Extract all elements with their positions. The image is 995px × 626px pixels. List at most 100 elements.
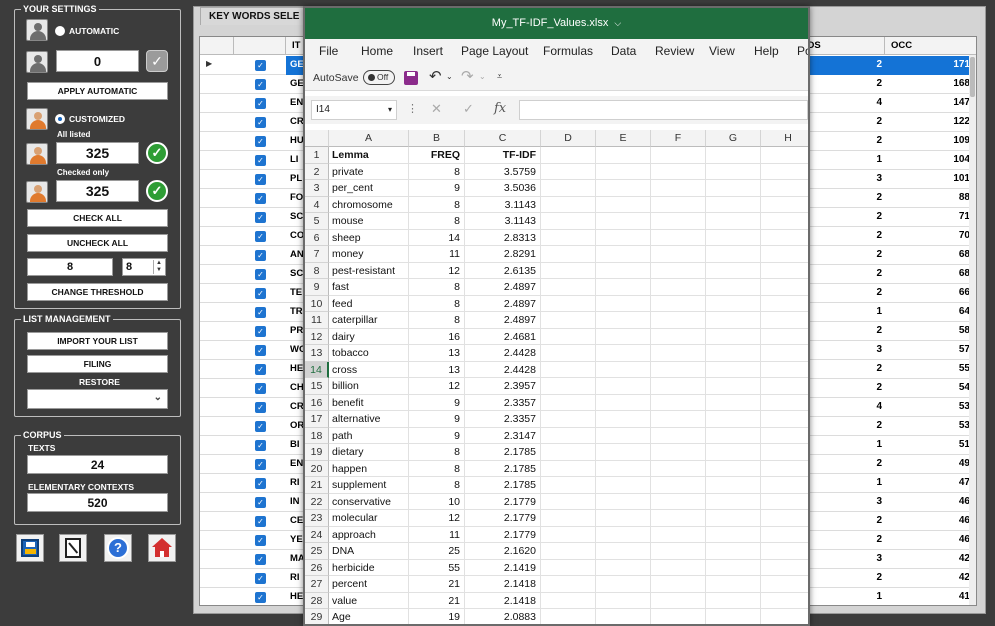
cell[interactable]: private — [329, 163, 409, 180]
cell[interactable]: 2.8291 — [465, 246, 541, 263]
cell[interactable] — [541, 180, 596, 197]
ribbon-tab-insert[interactable]: Insert — [413, 44, 443, 58]
ribbon-tab-review[interactable]: Review — [655, 44, 694, 58]
cell[interactable]: dietary — [329, 444, 409, 461]
row-header[interactable]: 22 — [305, 493, 329, 510]
cell[interactable]: 14 — [409, 229, 465, 246]
cell[interactable]: 2.8313 — [465, 229, 541, 246]
cell[interactable] — [596, 526, 651, 543]
cell[interactable]: herbicide — [329, 559, 409, 576]
excel-title-bar[interactable]: My_TF-IDF_Values.xlsx ⌵ — [305, 8, 808, 39]
cell[interactable] — [596, 345, 651, 362]
cell[interactable] — [761, 246, 808, 263]
cell[interactable]: DNA — [329, 543, 409, 560]
cell[interactable]: sheep — [329, 229, 409, 246]
row-checkbox[interactable]: ✓ — [255, 364, 266, 375]
cell[interactable] — [541, 196, 596, 213]
cell[interactable] — [706, 609, 761, 624]
cell[interactable] — [596, 493, 651, 510]
cell[interactable] — [706, 295, 761, 312]
cell[interactable] — [651, 246, 706, 263]
cell[interactable] — [706, 312, 761, 329]
row-checkbox[interactable]: ✓ — [255, 269, 266, 280]
cell[interactable]: path — [329, 427, 409, 444]
cell[interactable] — [541, 345, 596, 362]
cell[interactable] — [761, 477, 808, 494]
cell[interactable] — [761, 444, 808, 461]
cancel-formula-icon[interactable]: ✕ — [431, 101, 442, 117]
cell[interactable]: 19 — [409, 609, 465, 624]
row-checkbox[interactable]: ✓ — [255, 554, 266, 565]
cell[interactable] — [706, 378, 761, 395]
cell[interactable] — [761, 461, 808, 477]
home-icon[interactable] — [148, 534, 176, 562]
cell[interactable] — [596, 262, 651, 279]
cell[interactable] — [541, 295, 596, 312]
cell[interactable]: 13 — [409, 361, 465, 378]
cell[interactable] — [651, 559, 706, 576]
row-checkbox[interactable]: ✓ — [255, 402, 266, 413]
row-header[interactable]: 28 — [305, 592, 329, 609]
cell[interactable]: 8 — [409, 279, 465, 296]
cell[interactable]: 21 — [409, 592, 465, 609]
row-checkbox[interactable]: ✓ — [255, 60, 266, 71]
redo-dropdown-icon[interactable]: ⌄ — [479, 72, 486, 81]
cell[interactable]: 2.1419 — [465, 559, 541, 576]
cell[interactable] — [706, 510, 761, 527]
cell[interactable]: 2.1785 — [465, 460, 541, 477]
cell[interactable]: 2.4897 — [465, 279, 541, 296]
cell[interactable] — [596, 213, 651, 230]
cell[interactable]: 2.4681 — [465, 328, 541, 345]
cell[interactable] — [541, 279, 596, 296]
row-checkbox[interactable]: ✓ — [255, 326, 266, 337]
cell[interactable] — [706, 213, 761, 230]
cell[interactable] — [761, 593, 808, 609]
change-threshold-button[interactable]: CHANGE THRESHOLD — [27, 283, 168, 301]
cell[interactable] — [596, 444, 651, 461]
cell[interactable]: 25 — [409, 543, 465, 560]
cell[interactable]: 2.4897 — [465, 295, 541, 312]
cell[interactable] — [596, 229, 651, 246]
cell[interactable] — [541, 312, 596, 329]
select-all-corner[interactable] — [305, 130, 329, 147]
ribbon-tab-data[interactable]: Data — [611, 44, 636, 58]
row-checkbox[interactable]: ✓ — [255, 573, 266, 584]
row-checkbox[interactable]: ✓ — [255, 193, 266, 204]
cell[interactable] — [706, 493, 761, 510]
row-header[interactable]: 13 — [305, 345, 329, 362]
cell[interactable] — [596, 477, 651, 494]
cell[interactable] — [541, 361, 596, 378]
cell[interactable] — [761, 312, 808, 329]
help-icon[interactable]: ? — [104, 534, 132, 562]
cell[interactable]: 13 — [409, 345, 465, 362]
name-box-dropdown-icon[interactable]: ▾ — [388, 101, 392, 119]
row-header[interactable]: 6 — [305, 229, 329, 246]
cell[interactable] — [651, 213, 706, 230]
uncheck-all-button[interactable]: UNCHECK ALL — [27, 234, 168, 252]
cell[interactable] — [541, 411, 596, 428]
auto-confirm-icon[interactable]: ✓ — [146, 50, 168, 72]
cell[interactable] — [596, 576, 651, 593]
row-checkbox[interactable]: ✓ — [255, 307, 266, 318]
row-header[interactable]: 19 — [305, 444, 329, 461]
cell[interactable] — [761, 362, 808, 378]
column-header[interactable]: A — [329, 130, 409, 147]
cell[interactable] — [651, 147, 706, 164]
all-listed-confirm-icon[interactable]: ✓ — [146, 142, 168, 164]
cell[interactable] — [761, 329, 808, 345]
save-icon[interactable] — [16, 534, 44, 562]
cell[interactable] — [761, 197, 808, 213]
all-listed-value-field[interactable]: 325 — [56, 142, 139, 164]
cell[interactable]: value — [329, 592, 409, 609]
row-checkbox[interactable]: ✓ — [255, 440, 266, 451]
threshold-stepper[interactable]: 8 ▲ ▼ — [122, 258, 166, 276]
column-header[interactable]: E — [596, 130, 651, 147]
cell[interactable] — [596, 180, 651, 197]
customized-radio[interactable] — [55, 114, 65, 124]
cell[interactable]: 9 — [409, 411, 465, 428]
cell[interactable]: 2.4428 — [465, 345, 541, 362]
column-header[interactable]: C — [465, 130, 541, 147]
redo-icon[interactable]: ↷ — [461, 67, 474, 85]
cell[interactable] — [651, 576, 706, 593]
cell[interactable] — [706, 345, 761, 362]
